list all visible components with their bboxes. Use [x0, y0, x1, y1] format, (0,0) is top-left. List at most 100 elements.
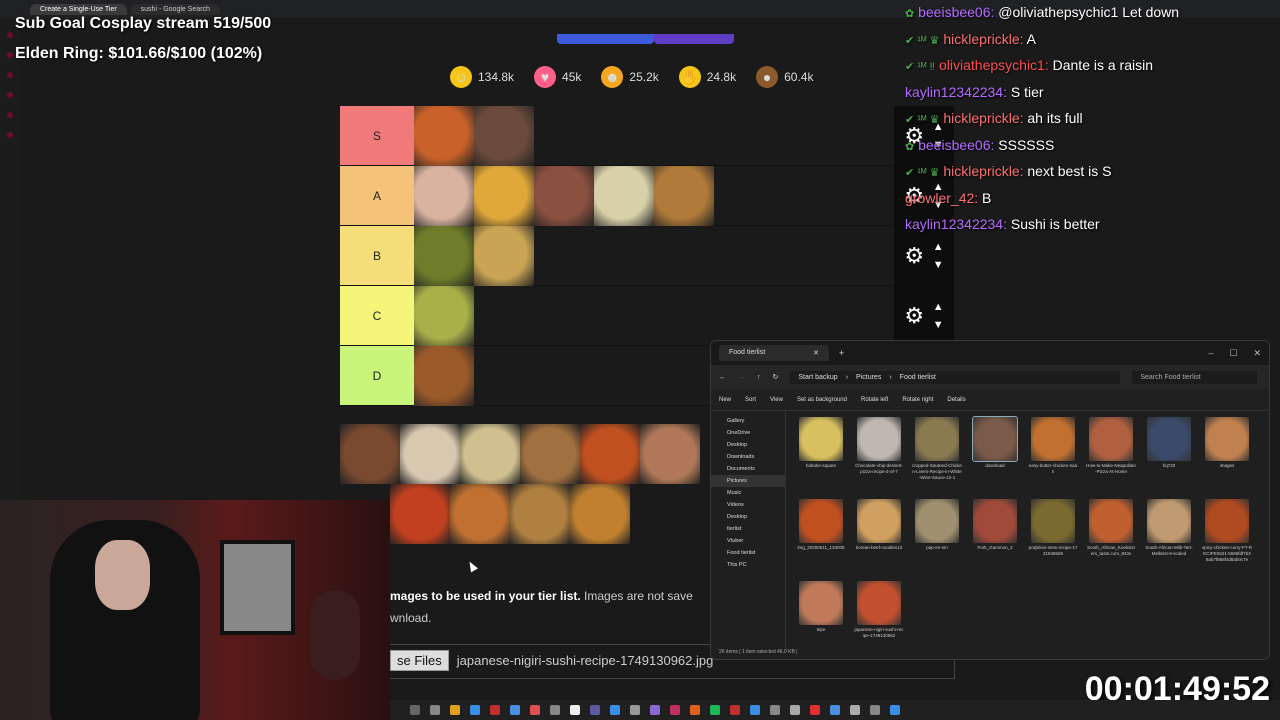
gear-icon[interactable]: ⚙ [904, 243, 924, 269]
file-thumbnail[interactable]: How-to-Make-Neapolitan-Pizza-At-Home [1086, 417, 1136, 475]
up-arrow-icon[interactable]: ↑ [757, 374, 761, 381]
file-thumbnail[interactable]: download [970, 416, 1020, 469]
taskbar-app-icon[interactable] [830, 705, 840, 715]
chat-username[interactable]: beeisbee06: [918, 137, 994, 153]
reaction-button[interactable]: ♥ 45k [534, 66, 581, 88]
breadcrumb[interactable]: Start backup › Pictures › Food tierlist [790, 370, 1121, 384]
taskbar-app-icon[interactable] [770, 705, 780, 715]
file-thumbnail[interactable]: pap-en-sm [912, 499, 962, 551]
food-image[interactable] [654, 166, 714, 226]
file-thumbnail[interactable]: tripe [796, 581, 846, 633]
file-thumbnail[interactable]: Chocolate-chip-dessert-pizza-recipe-3-of… [854, 417, 904, 475]
browser-tab-tierlist[interactable]: Create a Single-Use Tier [30, 3, 127, 15]
nav-item[interactable]: OneDrive [711, 427, 785, 439]
food-image[interactable] [594, 166, 654, 226]
move-up-icon[interactable]: ▲ [933, 298, 944, 316]
file-thumbnail[interactable]: cropped-Sauteed-Chicken-Livers-Recipe-in… [912, 417, 962, 481]
nav-item[interactable]: Videos [711, 499, 785, 511]
toolbar-button-details[interactable]: Details [947, 397, 965, 403]
unranked-food-image[interactable] [450, 484, 510, 544]
file-thumbnail[interactable]: korean-beef-noodles13 [854, 499, 904, 551]
file-thumbnail[interactable]: Pork_Gammon_2 [970, 499, 1020, 551]
forward-arrow-icon[interactable]: → [738, 374, 745, 381]
taskbar-app-icon[interactable] [870, 705, 880, 715]
tier-label[interactable]: B [340, 226, 414, 285]
file-thumbnail[interactable]: japanese-nigiri-sushi-recipe-1749130962 [854, 581, 904, 639]
file-thumbnail[interactable]: easy-butter-chicken-naan [1028, 417, 1078, 475]
browser-tab-sushi-search[interactable]: sushi - Google Search [130, 3, 220, 15]
taskbar-app-icon[interactable] [730, 705, 740, 715]
food-image[interactable] [474, 106, 534, 166]
toolbar-button-set-as-background[interactable]: Set as background [797, 397, 847, 403]
taskbar-app-icon[interactable] [890, 705, 900, 715]
maximize-icon[interactable]: ☐ [1229, 348, 1237, 359]
taskbar-app-icon[interactable] [490, 705, 500, 715]
tier-label[interactable]: S [340, 106, 414, 165]
toolbar-button-view[interactable]: View [770, 397, 783, 403]
top-action-buttons[interactable] [557, 34, 734, 44]
file-thumbnail[interactable]: images [1202, 417, 1252, 469]
reaction-button[interactable]: ☺ 134.8k [450, 66, 514, 88]
new-tab-icon[interactable]: + [839, 348, 844, 358]
move-up-icon[interactable]: ▲ [933, 238, 944, 256]
taskbar-app-icon[interactable] [850, 705, 860, 715]
explorer-tab[interactable]: Food tierlist ✕ [719, 345, 829, 361]
file-thumbnail[interactable]: hq720 [1144, 417, 1194, 469]
food-image[interactable] [414, 106, 474, 166]
chat-username[interactable]: kaylin12342234: [905, 84, 1007, 100]
reaction-button[interactable]: ✋ 24.8k [678, 66, 736, 88]
file-thumbnail[interactable]: South_African_Koeksisters_taste.com_843x [1086, 499, 1136, 557]
food-image[interactable] [414, 286, 474, 346]
unranked-food-image[interactable] [340, 424, 400, 484]
chat-username[interactable]: growler_42: [905, 190, 978, 206]
taskbar-app-icon[interactable] [610, 705, 620, 715]
tier-row-c[interactable]: C [340, 286, 896, 346]
toolbar-button-new[interactable]: New [719, 397, 731, 403]
food-image[interactable] [474, 166, 534, 226]
choose-files-button[interactable]: se Files [390, 650, 449, 671]
search-input[interactable]: Search Food tierlist [1132, 370, 1258, 384]
chat-username[interactable]: hickleprickle: [943, 31, 1023, 47]
refresh-icon[interactable]: ↻ [773, 373, 779, 381]
food-image[interactable] [474, 226, 534, 286]
tier-row-b[interactable]: B [340, 226, 896, 286]
unranked-food-image[interactable] [580, 424, 640, 484]
gear-icon[interactable]: ⚙ [904, 303, 924, 329]
nav-item[interactable]: Pictures [711, 475, 785, 487]
food-image[interactable] [414, 166, 474, 226]
nav-item[interactable]: Desktop [711, 511, 785, 523]
unranked-food-image[interactable] [520, 424, 580, 484]
chat-username[interactable]: beeisbee06: [918, 4, 994, 20]
food-image[interactable] [414, 226, 474, 286]
file-thumbnail[interactable]: bobotie-square [796, 417, 846, 469]
food-image[interactable] [534, 166, 594, 226]
taskbar-app-icon[interactable] [750, 705, 760, 715]
unranked-food-image[interactable] [390, 484, 450, 544]
tier-label[interactable]: C [340, 286, 414, 345]
tier-row-s[interactable]: S [340, 106, 896, 166]
taskbar-app-icon[interactable] [670, 705, 680, 715]
minimize-icon[interactable]: – [1208, 348, 1213, 359]
unranked-food-image[interactable] [400, 424, 460, 484]
move-down-icon[interactable]: ▼ [933, 256, 944, 274]
taskbar-app-icon[interactable] [410, 705, 420, 715]
breadcrumb-item[interactable]: Food tierlist [900, 374, 936, 381]
reaction-button[interactable]: ● 60.4k [756, 66, 813, 88]
toolbar-button-rotate-left[interactable]: Rotate left [861, 397, 888, 403]
unranked-food-image[interactable] [510, 484, 570, 544]
taskbar-app-icon[interactable] [430, 705, 440, 715]
toolbar-button-rotate-right[interactable]: Rotate right [902, 397, 933, 403]
reaction-button[interactable]: ☻ 25.2k [601, 66, 659, 88]
move-down-icon[interactable]: ▼ [933, 316, 944, 334]
chat-username[interactable]: oliviathepsychic1: [939, 57, 1049, 73]
tier-row-a[interactable]: A [340, 166, 896, 226]
chat-username[interactable]: kaylin12342234: [905, 216, 1007, 232]
file-thumbnail[interactable]: img_20200511_133008 [796, 499, 846, 551]
back-arrow-icon[interactable]: ← [719, 374, 726, 381]
purple-action-button[interactable] [654, 34, 734, 44]
nav-item[interactable]: This PC [711, 559, 785, 571]
taskbar-app-icon[interactable] [790, 705, 800, 715]
taskbar-app-icon[interactable] [510, 705, 520, 715]
nav-item[interactable]: Food tierlist [711, 547, 785, 559]
toolbar-button-sort[interactable]: Sort [745, 397, 756, 403]
